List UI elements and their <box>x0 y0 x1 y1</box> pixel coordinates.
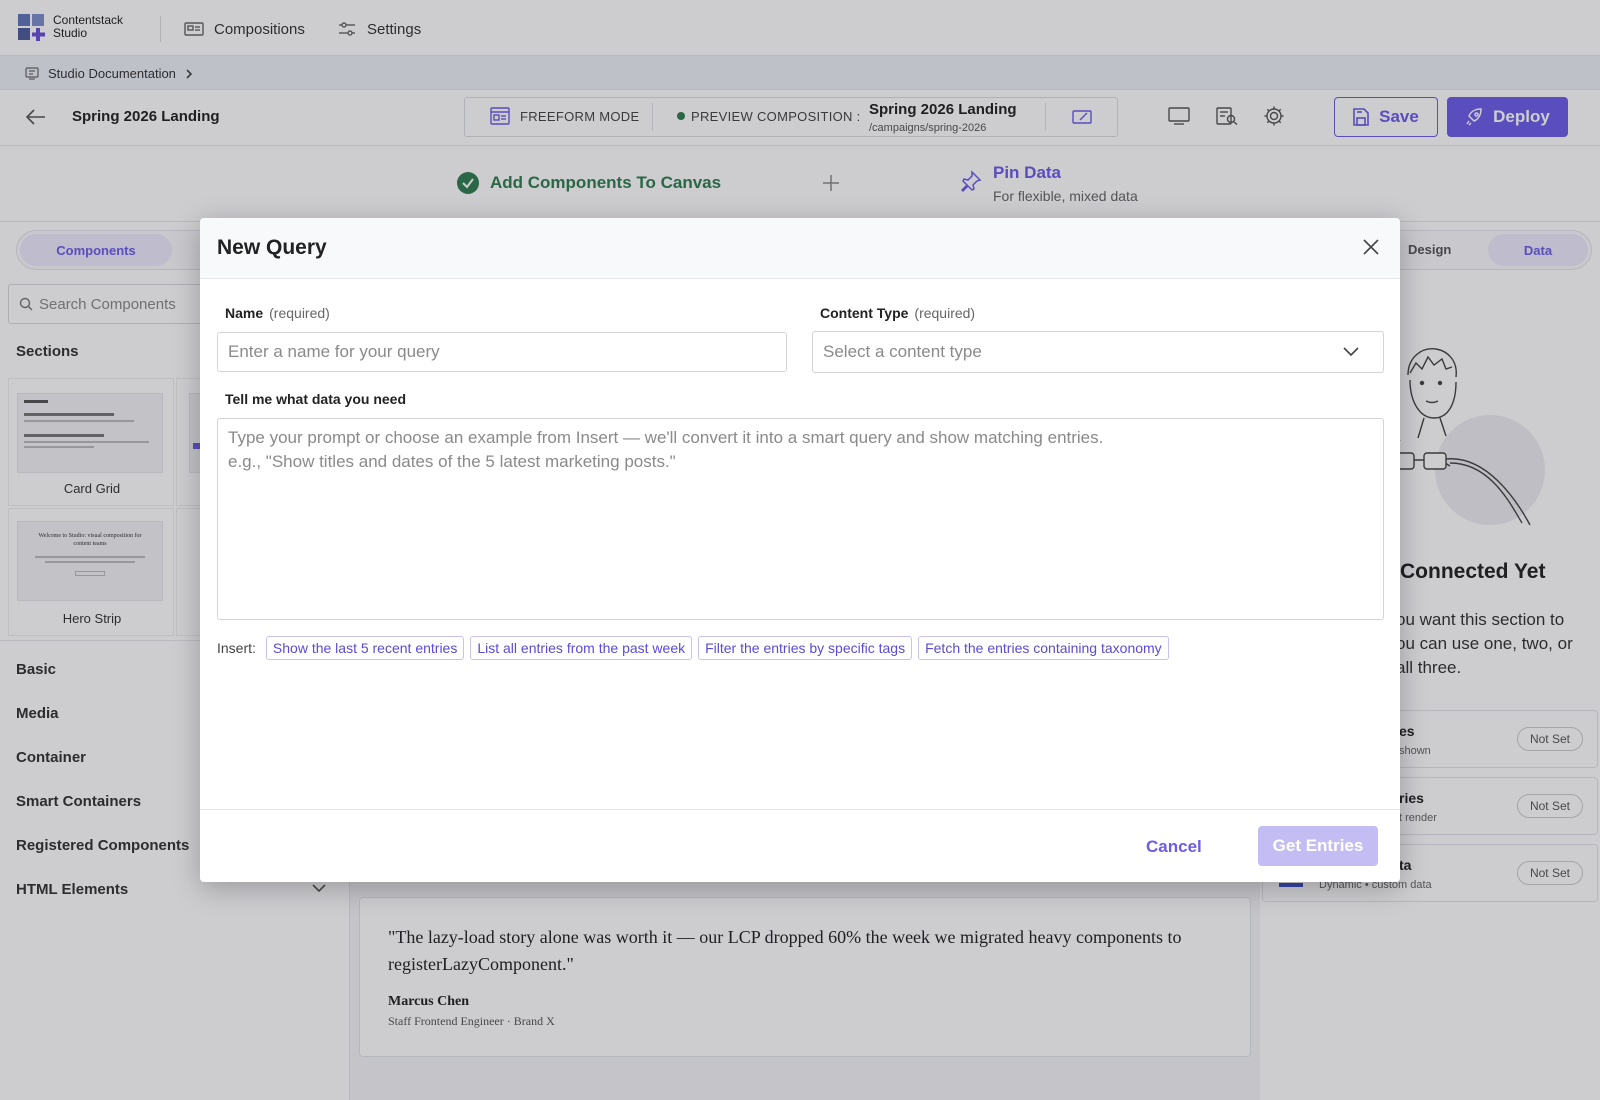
insert-chip-past-week[interactable]: List all entries from the past week <box>470 636 693 660</box>
content-type-label-text: Content Type <box>820 305 909 321</box>
name-required-text: (required) <box>269 305 330 321</box>
name-label-text: Name <box>225 305 264 321</box>
content-type-select[interactable]: Select a content type <box>812 331 1384 373</box>
cancel-button[interactable]: Cancel <box>1146 837 1202 857</box>
content-type-required-text: (required) <box>914 305 976 321</box>
chevron-down-icon <box>1343 347 1359 357</box>
modal-footer-divider <box>200 809 1400 810</box>
query-name-input[interactable]: Enter a name for your query <box>217 332 787 372</box>
prompt-textarea[interactable]: Type your prompt or choose an example fr… <box>217 418 1384 620</box>
get-entries-label: Get Entries <box>1272 836 1364 855</box>
prompt-field-label: Tell me what data you need <box>225 391 407 407</box>
name-placeholder: Enter a name for your query <box>228 342 440 361</box>
insert-label: Insert: <box>217 640 256 656</box>
content-type-field-label: Content Type (required) <box>820 305 975 321</box>
insert-chip-taxonomy[interactable]: Fetch the entries containing taxonomy <box>918 636 1169 660</box>
name-field-label: Name (required) <box>225 305 330 321</box>
new-query-modal: New Query Name (required) Enter a name fo… <box>200 218 1400 882</box>
insert-row: Insert: Show the last 5 recent entries L… <box>217 636 1175 660</box>
prompt-placeholder: Type your prompt or choose an example fr… <box>228 428 1104 471</box>
get-entries-button[interactable]: Get Entries <box>1258 826 1378 866</box>
close-icon[interactable] <box>1362 238 1380 256</box>
insert-chip-recent-entries[interactable]: Show the last 5 recent entries <box>265 636 465 660</box>
content-type-placeholder: Select a content type <box>823 342 982 361</box>
insert-chip-specific-tags[interactable]: Filter the entries by specific tags <box>698 636 913 660</box>
modal-title: New Query <box>217 236 327 259</box>
modal-header: New Query <box>200 218 1400 279</box>
